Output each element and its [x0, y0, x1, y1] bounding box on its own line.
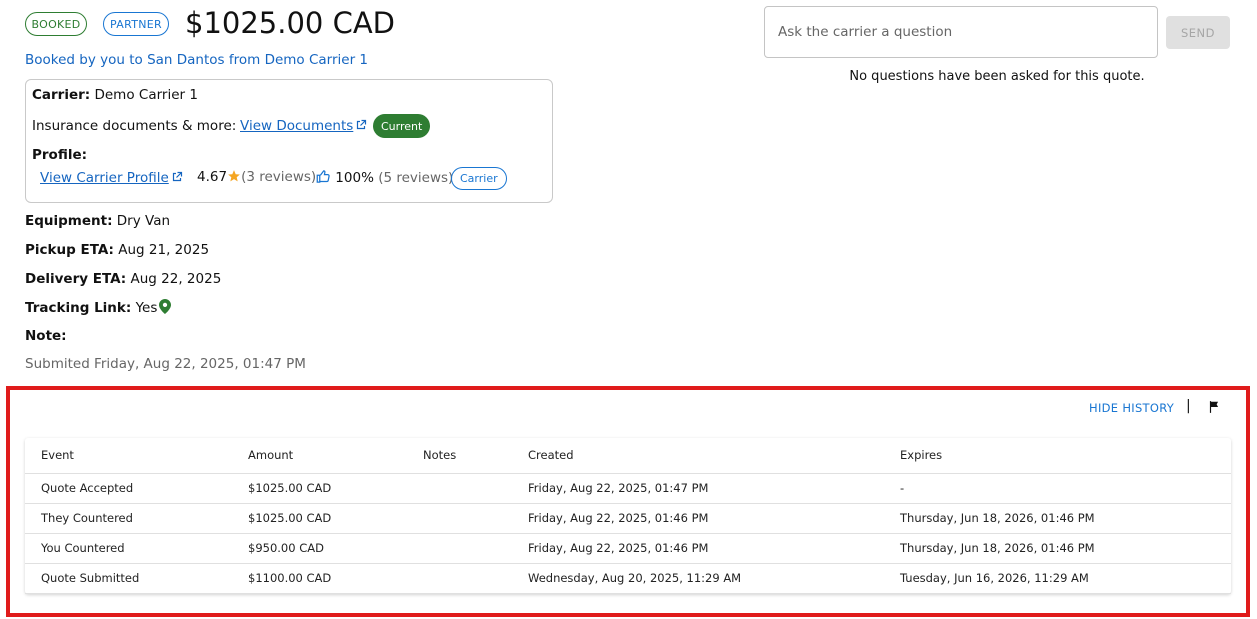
- view-carrier-profile-link[interactable]: View Carrier Profile: [40, 170, 183, 186]
- history-table: Event Amount Notes Created Expires Quote…: [25, 438, 1231, 594]
- expires-cell: Tuesday, Jun 16, 2026, 11:29 AM: [884, 563, 1231, 594]
- send-button[interactable]: SEND: [1166, 16, 1230, 49]
- equipment-label: Equipment:: [25, 213, 113, 229]
- column-header-event: Event: [25, 438, 232, 474]
- approval-reviews: (5 reviews): [378, 170, 454, 186]
- expires-cell: -: [884, 473, 1231, 504]
- created-cell: Wednesday, Aug 20, 2025, 11:29 AM: [512, 563, 884, 594]
- external-link-icon: [172, 171, 182, 182]
- notes-cell: [407, 563, 512, 594]
- carrier-row: Carrier: Demo Carrier 1: [32, 87, 198, 103]
- pickup-row: Pickup ETA: Aug 21, 2025: [25, 242, 209, 258]
- view-documents-link[interactable]: View Documents: [240, 118, 367, 134]
- column-header-amount: Amount: [232, 438, 407, 474]
- table-row: You Countered $950.00 CAD Friday, Aug 22…: [25, 533, 1231, 564]
- rating-reviews: (3 reviews): [241, 169, 317, 185]
- event-cell: You Countered: [25, 533, 232, 564]
- rating-group: 4.67 (3 reviews): [197, 169, 316, 185]
- separator: |: [1186, 398, 1191, 414]
- quote-price: $1025.00 CAD: [185, 6, 396, 40]
- view-carrier-profile-label: View Carrier Profile: [40, 170, 169, 186]
- delivery-value: Aug 22, 2025: [130, 271, 222, 287]
- delivery-label: Delivery ETA:: [25, 271, 127, 287]
- amount-cell: $950.00 CAD: [232, 533, 407, 564]
- external-link-icon: [357, 119, 367, 130]
- partner-badge: PARTNER: [103, 12, 169, 36]
- no-questions-text: No questions have been asked for this qu…: [849, 69, 1145, 84]
- amount-cell: $1025.00 CAD: [232, 503, 407, 534]
- tracking-value: Yes: [135, 300, 158, 316]
- view-documents-label: View Documents: [240, 118, 354, 134]
- column-header-expires: Expires: [884, 438, 1231, 474]
- expires-cell: Thursday, Jun 18, 2026, 01:46 PM: [884, 533, 1231, 564]
- rating-value: 4.67: [197, 169, 228, 185]
- booked-by-text: Booked by you to San Dantos from Demo Ca…: [25, 52, 369, 68]
- submitted-timestamp: Submited Friday, Aug 22, 2025, 01:47 PM: [25, 356, 306, 372]
- thumbs-up-icon: [316, 170, 330, 183]
- event-cell: Quote Submitted: [25, 563, 232, 594]
- carrier-name: Demo Carrier 1: [94, 87, 198, 103]
- event-cell: Quote Accepted: [25, 473, 232, 504]
- note-label: Note:: [25, 328, 67, 344]
- carrier-card: Carrier: Demo Carrier 1 Insurance docume…: [25, 79, 553, 203]
- booked-badge: BOOKED: [25, 12, 87, 36]
- approval-value: 100%: [335, 170, 374, 186]
- table-row: Quote Submitted $1100.00 CAD Wednesday, …: [25, 563, 1231, 594]
- notes-cell: [407, 503, 512, 534]
- column-header-notes: Notes: [407, 438, 512, 474]
- column-header-created: Created: [512, 438, 884, 474]
- expires-cell: Thursday, Jun 18, 2026, 01:46 PM: [884, 503, 1231, 534]
- tracking-row: Tracking Link: Yes: [25, 299, 172, 316]
- pickup-value: Aug 21, 2025: [118, 242, 210, 258]
- carrier-chip: Carrier: [451, 167, 507, 190]
- flag-icon[interactable]: [1207, 400, 1221, 414]
- profile-label: Profile:: [32, 147, 88, 163]
- notes-cell: [407, 533, 512, 564]
- note-row: Note:: [25, 328, 67, 344]
- carrier-label: Carrier:: [32, 87, 91, 103]
- approval-group: 100% (5 reviews): [316, 169, 453, 186]
- insurance-label: Insurance documents & more:: [32, 118, 237, 134]
- table-row: They Countered $1025.00 CAD Friday, Aug …: [25, 503, 1231, 534]
- amount-cell: $1025.00 CAD: [232, 473, 407, 504]
- location-pin-icon: [159, 299, 172, 314]
- equipment-row: Equipment: Dry Van: [25, 213, 170, 229]
- pickup-label: Pickup ETA:: [25, 242, 114, 258]
- ask-question-input[interactable]: [764, 6, 1158, 58]
- event-cell: They Countered: [25, 503, 232, 534]
- amount-cell: $1100.00 CAD: [232, 563, 407, 594]
- notes-cell: [407, 473, 512, 504]
- table-row: Quote Accepted $1025.00 CAD Friday, Aug …: [25, 473, 1231, 504]
- equipment-value: Dry Van: [116, 213, 171, 229]
- hide-history-button[interactable]: HIDE HISTORY: [1089, 401, 1174, 415]
- current-badge: Current: [373, 114, 431, 138]
- created-cell: Friday, Aug 22, 2025, 01:46 PM: [512, 503, 884, 534]
- created-cell: Friday, Aug 22, 2025, 01:47 PM: [512, 473, 884, 504]
- tracking-label: Tracking Link:: [25, 300, 132, 316]
- star-icon: [228, 170, 240, 182]
- created-cell: Friday, Aug 22, 2025, 01:46 PM: [512, 533, 884, 564]
- delivery-row: Delivery ETA: Aug 22, 2025: [25, 271, 221, 287]
- history-header-row: Event Amount Notes Created Expires: [25, 438, 1231, 474]
